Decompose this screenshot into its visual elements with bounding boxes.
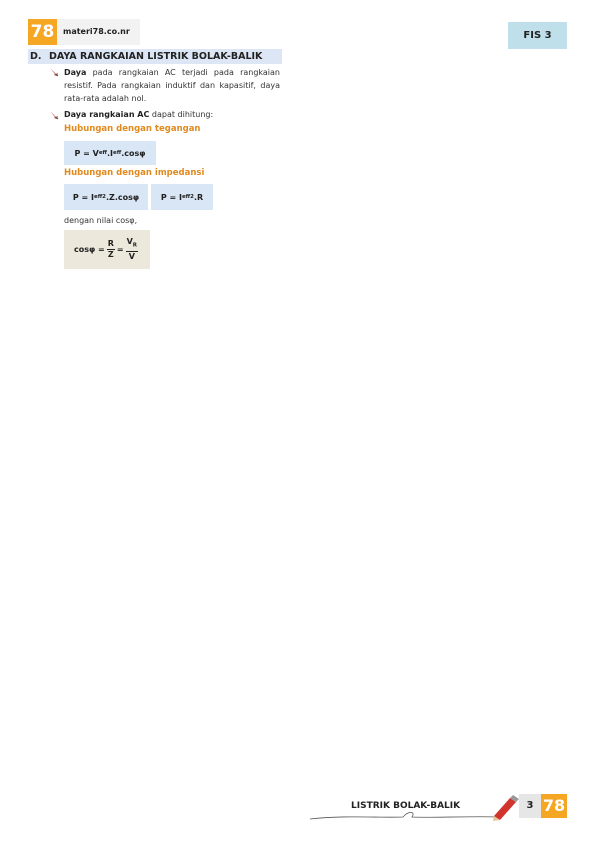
formula3-sub-eff: eff [181, 194, 191, 200]
bullet-daya-bold: Daya [64, 68, 87, 77]
formula1-sub-eff: eff [98, 150, 107, 156]
formula2-p: P = I [72, 192, 94, 202]
footer-page-number: 3 [519, 794, 541, 818]
formula2-sub-eff: eff [93, 194, 103, 200]
formula1-cos: .cosφ [121, 148, 146, 158]
subheading-impedansi: Hubungan dengan impedansi [64, 168, 205, 178]
formula-power-voltage: P = Veff .I eff .cosφ [64, 141, 156, 165]
formula1-p: P = V [74, 148, 99, 158]
bullet-daya-ac-paragraph: Daya rangkaian AC dapat dihitung: [64, 108, 280, 121]
section-title: DAYA RANGKAIAN LISTRIK BOLAK-BALIK [49, 51, 263, 62]
formula3-p: P = I [160, 192, 182, 202]
formula1-sub-eff-2: eff [113, 150, 122, 156]
fraction-numerator-r: R [106, 239, 115, 250]
header-logo-number: 78 [28, 19, 57, 45]
subject-badge: FIS 3 [508, 22, 567, 49]
fraction-numerator-sub-r: R [132, 242, 138, 249]
section-letter: D. [30, 51, 42, 62]
bullet-daya-ac-text: dapat dihitung: [149, 110, 214, 119]
formula4-equals: = [116, 245, 124, 254]
bullet-daya-text: pada rangkaian AC terjadi pada rangkaian… [64, 68, 280, 103]
footer-logo-number: 78 [541, 794, 567, 818]
fraction-denominator-v: V [128, 251, 135, 261]
formula2-rest: .Z.cosφ [106, 192, 140, 202]
bullet-daya-paragraph: Daya pada rangkaian AC terjadi pada rang… [64, 66, 280, 105]
subheading-tegangan: Hubungan dengan tegangan [64, 124, 201, 134]
fraction-r-over-z: R Z [106, 239, 115, 260]
fraction-vr-over-v: VR V [125, 237, 139, 262]
formula-cos-phi: cosφ = R Z = VR V [64, 230, 150, 269]
bullet-daya-ac-bold: Daya rangkaian AC [64, 110, 150, 119]
fraction-denominator-z: Z [107, 250, 114, 259]
site-name: materi78.co.nr [63, 27, 130, 36]
formula4-lhs: cosφ = [73, 245, 105, 254]
formula-power-impedance: P = Ieff 2 .Z.cosφ [64, 184, 148, 210]
footer-swirl-line-icon [309, 812, 503, 820]
pencil-bullet-icon [50, 68, 59, 77]
pencil-bullet-icon [50, 111, 59, 120]
fraction-numerator-vr: VR [125, 237, 139, 252]
cos-note: dengan nilai cosφ, [64, 216, 138, 225]
footer-pencil-icon [493, 795, 519, 821]
formula3-rest: .R [193, 192, 204, 202]
formula-power-resistance: P = Ieff 2 .R [151, 184, 213, 210]
